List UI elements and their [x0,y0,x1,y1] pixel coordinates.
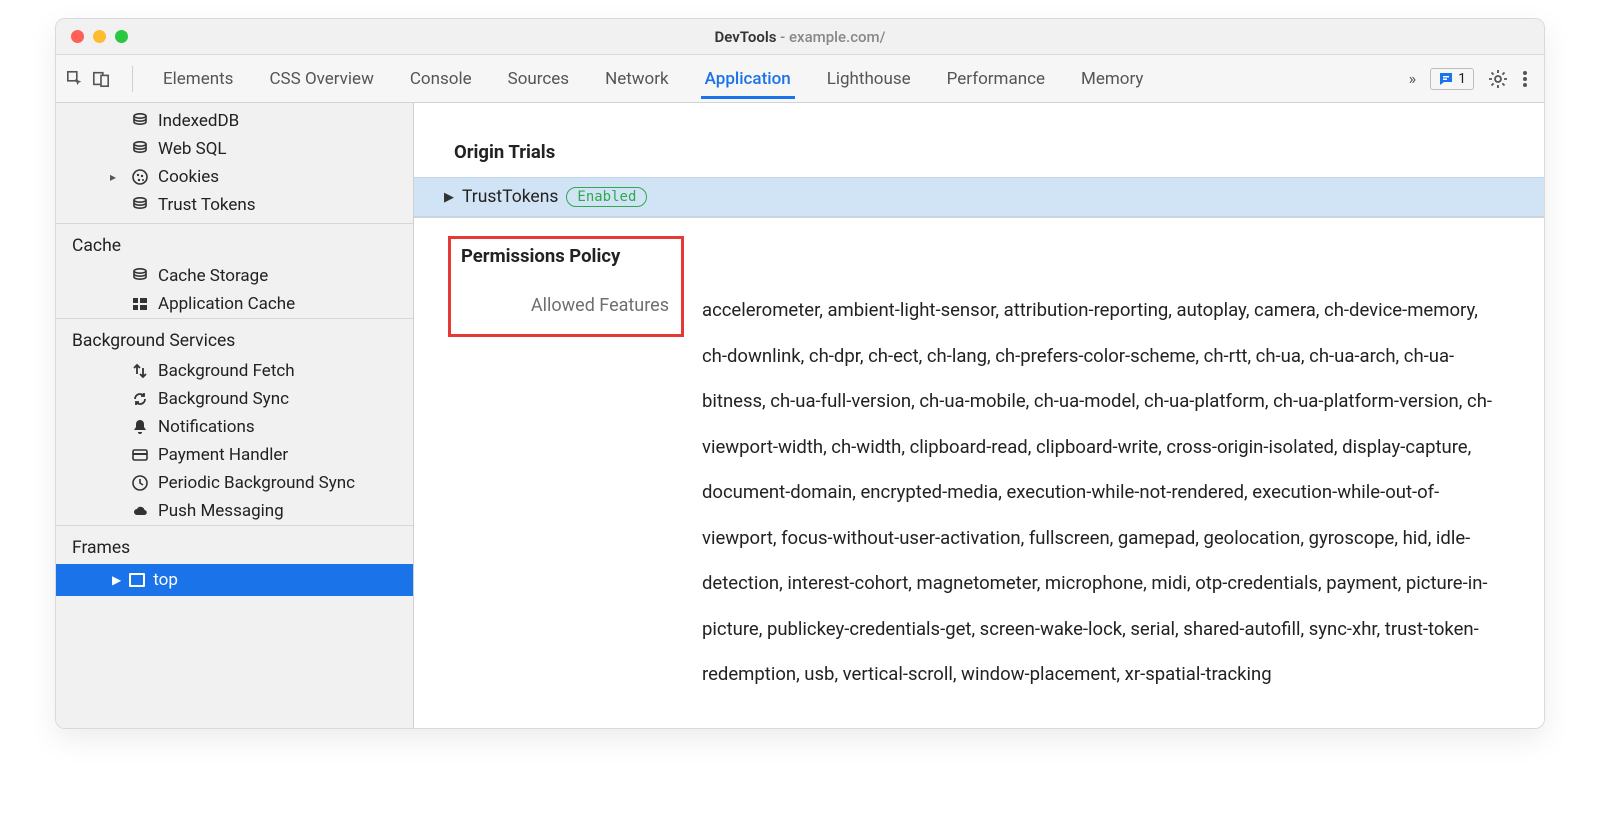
tab-elements[interactable]: Elements [159,59,237,99]
window-controls [56,30,128,43]
tab-css-overview[interactable]: CSS Overview [265,59,377,99]
db-icon [130,267,150,285]
sidebar-item-label: Payment Handler [158,445,288,465]
tab-network[interactable]: Network [601,59,673,99]
tab-memory[interactable]: Memory [1077,59,1147,99]
sidebar-item-label: Notifications [158,417,255,437]
grid-icon [130,295,150,313]
minimize-window-button[interactable] [93,30,106,43]
titlebar: DevTools - example.com/ [56,19,1544,55]
title-separator: - [776,28,789,46]
tab-application[interactable]: Application [701,59,795,99]
bg-services-header: Background Services [56,318,413,357]
sidebar-item-periodic-background-sync[interactable]: Periodic Background Sync [56,469,413,497]
sidebar-item-payment-handler[interactable]: Payment Handler [56,441,413,469]
maximize-window-button[interactable] [115,30,128,43]
sidebar-item-label: Push Messaging [158,501,284,521]
db-icon [130,196,150,214]
clock-icon [130,474,150,492]
sidebar-item-label: IndexedDB [158,111,239,131]
application-sidebar: IndexedDB Web SQL ▸ Cookies Trust Tokens Cac… [56,103,414,728]
tab-sources[interactable]: Sources [504,59,573,99]
sidebar-item-notifications[interactable]: Notifications [56,413,413,441]
origin-trial-status-pill: Enabled [566,187,647,207]
settings-icon[interactable] [1488,69,1508,89]
kebab-menu-icon[interactable] [1522,69,1528,89]
sidebar-item-label: Cache Storage [158,266,268,286]
sidebar-item-background-fetch[interactable]: Background Fetch [56,357,413,385]
inspect-element-icon[interactable] [66,70,84,88]
sidebar-item-label: Background Fetch [158,361,295,381]
sidebar-item-label: Trust Tokens [158,195,256,215]
frames-section-header: Frames [56,525,413,564]
sidebar-item-label: Background Sync [158,389,289,409]
cache-section-header: Cache [56,223,413,262]
devtools-window: DevTools - example.com/ Elements CSS Over… [55,18,1545,729]
sync-icon [130,390,150,408]
sidebar-item-label: Cookies [158,167,219,187]
comment-icon [1438,71,1454,87]
permissions-policy-heading: Permissions Policy [459,245,669,295]
devtools-toolbar: Elements CSS Overview Console Sources Networ… [56,55,1544,103]
sidebar-item-web-sql[interactable]: Web SQL [56,135,413,163]
close-window-button[interactable] [71,30,84,43]
toolbar-separator [132,66,133,92]
frame-top-label: top [153,570,178,590]
sidebar-item-label: Web SQL [158,139,227,159]
chevron-right-icon: ▶ [112,573,121,587]
origin-trial-row[interactable]: ▶ TrustTokens Enabled [414,177,1544,217]
chevron-right-icon: ▶ [444,190,454,205]
db-icon [130,140,150,158]
tab-lighthouse[interactable]: Lighthouse [823,59,915,99]
sidebar-item-indexeddb[interactable]: IndexedDB [56,107,413,135]
window-title: DevTools - example.com/ [56,28,1544,46]
sidebar-item-application-cache[interactable]: Application Cache [56,290,413,318]
app-name: DevTools [715,28,777,46]
origin-trials-heading: Origin Trials [414,141,1544,177]
tab-console[interactable]: Console [406,59,476,99]
more-tabs-icon[interactable]: » [1409,69,1417,88]
updown-icon [130,362,150,380]
allowed-features-value: accelerometer, ambient-light-sensor, att… [702,236,1504,698]
issue-count: 1 [1458,71,1466,87]
card-icon [130,446,150,464]
tab-performance[interactable]: Performance [943,59,1049,99]
sidebar-item-push-messaging[interactable]: Push Messaging [56,497,413,525]
frame-icon [129,573,145,587]
origin-trial-name: TrustTokens [462,187,558,207]
page-context: example.com/ [789,28,885,46]
main-tabs: Elements CSS Overview Console Sources Networ… [145,55,1403,102]
highlight-annotation: Permissions Policy Allowed Features [448,236,684,337]
allowed-features-label: Allowed Features [459,295,669,316]
sidebar-item-label: Application Cache [158,294,295,314]
main-panel: Origin Trials ▶ TrustTokens Enabled Perm… [414,103,1544,728]
issues-badge[interactable]: 1 [1430,68,1474,90]
sidebar-item-cache-storage[interactable]: Cache Storage [56,262,413,290]
sidebar-item-label: Periodic Background Sync [158,473,355,493]
content-area: IndexedDB Web SQL ▸ Cookies Trust Tokens Cac… [56,103,1544,728]
chevron-right-icon: ▸ [110,170,116,184]
sidebar-item-trust-tokens[interactable]: Trust Tokens [56,191,413,219]
frame-top[interactable]: ▶ top [56,564,413,596]
device-toolbar-icon[interactable] [92,70,110,88]
cookie-icon [130,168,150,186]
origin-trials-section: Origin Trials ▶ TrustTokens Enabled [414,103,1544,217]
sidebar-item-cookies[interactable]: ▸ Cookies [56,163,413,191]
bell-icon [130,418,150,436]
db-icon [130,112,150,130]
sidebar-item-background-sync[interactable]: Background Sync [56,385,413,413]
permissions-policy-section: Permissions Policy Allowed Features acce… [414,218,1544,728]
cloud-icon [130,502,150,520]
